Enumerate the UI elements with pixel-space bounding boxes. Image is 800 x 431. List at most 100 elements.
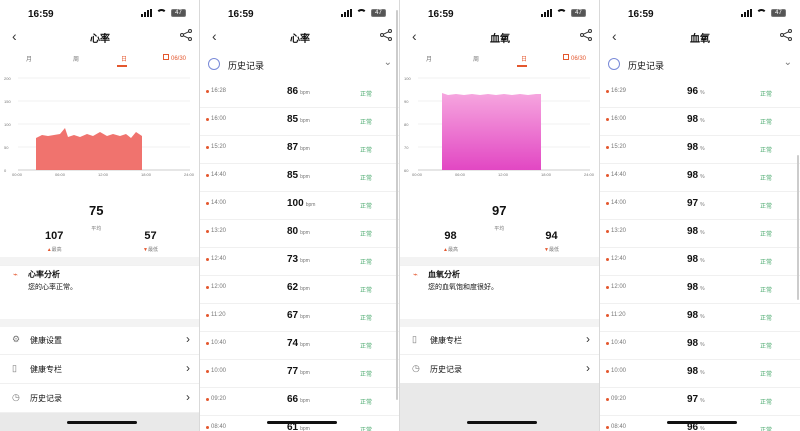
- book-icon: ▯: [12, 363, 17, 373]
- home-indicator: [267, 421, 337, 424]
- dot-icon: [206, 230, 209, 233]
- spo2-max-value: 98: [444, 230, 457, 242]
- date-button[interactable]: 06/30: [562, 54, 586, 62]
- chevron-down-icon[interactable]: ⌄: [784, 57, 792, 68]
- home-indicator: [467, 421, 537, 424]
- share-icon[interactable]: [180, 29, 192, 41]
- row-unit: bpm: [300, 286, 310, 292]
- history-row[interactable]: 15:20 98% 正常: [600, 136, 800, 164]
- health-settings-item[interactable]: ⚙ 健康设置 ›: [0, 325, 199, 355]
- history-row[interactable]: 10:00 77 bpm 正常: [200, 360, 399, 388]
- history-row[interactable]: 09:20 97% 正常: [600, 388, 800, 416]
- tab-month[interactable]: 月: [426, 54, 432, 63]
- history-row[interactable]: 14:40 98% 正常: [600, 164, 800, 192]
- clock-icon: [208, 58, 220, 70]
- chevron-right-icon: ›: [186, 361, 190, 375]
- tab-day[interactable]: 日: [521, 54, 527, 63]
- x-tick-label: 24:00: [184, 172, 195, 177]
- blood-oxygen-phone: 16:59 47 ‹ 血氧 月周日 06/30 100 90 80 70 60 00:00 06:…: [400, 0, 600, 431]
- history-row[interactable]: 16:00 98% 正常: [600, 108, 800, 136]
- history-row[interactable]: 14:00 97% 正常: [600, 192, 800, 220]
- history-row[interactable]: 12:40 98% 正常: [600, 248, 800, 276]
- history-header[interactable]: 历史记录 ⌄: [200, 53, 399, 77]
- history-row[interactable]: 11:20 67 bpm 正常: [200, 304, 399, 332]
- chevron-down-icon[interactable]: ⌄: [384, 57, 392, 68]
- status-time: 16:59: [628, 9, 654, 20]
- scrollbar[interactable]: [797, 155, 799, 300]
- row-time: 11:20: [211, 312, 226, 318]
- hr-average: 75 平均: [89, 203, 103, 233]
- tab-day[interactable]: 日: [121, 54, 127, 63]
- dot-icon: [206, 286, 209, 289]
- x-tick-label: 12:00: [498, 172, 509, 177]
- history-row[interactable]: 09:20 66 bpm 正常: [200, 388, 399, 416]
- row-status: 正常: [359, 288, 372, 294]
- row-value: 80 bpm: [287, 226, 310, 237]
- calendar-icon: [162, 54, 169, 60]
- history-row[interactable]: 10:00 98% 正常: [600, 360, 800, 388]
- y-tick-label: 100: [4, 122, 11, 127]
- row-time: 14:00: [211, 200, 227, 206]
- history-row[interactable]: 12:00 98% 正常: [600, 276, 800, 304]
- row-time: 16:00: [611, 116, 627, 122]
- history-row[interactable]: 10:40 98% 正常: [600, 332, 800, 360]
- history-row[interactable]: 12:40 73 bpm 正常: [200, 248, 399, 276]
- home-indicator: [67, 421, 137, 424]
- row-status: 正常: [759, 148, 772, 154]
- heart-rate-history-phone: 16:59 47 ‹ 心率 历史记录 ⌄ 16:28 86 bpm 正常 16:00 85 bp…: [200, 0, 400, 431]
- health-column-item[interactable]: ▯ 健康专栏 ›: [0, 354, 199, 384]
- y-tick-label: 80: [404, 122, 409, 127]
- history-header[interactable]: 历史记录 ⌄: [600, 53, 800, 77]
- history-row[interactable]: 13:20 98% 正常: [600, 220, 800, 248]
- history-row[interactable]: 15:20 87 bpm 正常: [200, 136, 399, 164]
- row-status: 正常: [359, 260, 372, 266]
- dot-icon: [206, 258, 209, 261]
- tab-week[interactable]: 周: [73, 54, 79, 63]
- row-status: 正常: [759, 344, 772, 350]
- history-row[interactable]: 12:00 62 bpm 正常: [200, 276, 399, 304]
- row-time: 14:40: [211, 172, 227, 178]
- dot-icon: [206, 342, 209, 345]
- row-value: 98%: [687, 338, 705, 349]
- x-tick-label: 00:00: [412, 172, 423, 177]
- share-icon[interactable]: [780, 29, 792, 41]
- x-tick-label: 18:00: [541, 172, 552, 177]
- row-status: 正常: [759, 176, 772, 182]
- tab-month[interactable]: 月: [26, 54, 32, 63]
- row-unit: bpm: [300, 370, 310, 376]
- row-value: 100 bpm: [287, 198, 316, 209]
- health-settings-label: 健康设置: [30, 336, 62, 345]
- health-column-item[interactable]: ▯ 健康专栏 ›: [400, 325, 599, 355]
- history-row[interactable]: 10:40 74 bpm 正常: [200, 332, 399, 360]
- date-label: 06/30: [570, 56, 586, 62]
- history-row[interactable]: 16:28 86 bpm 正常: [200, 80, 399, 108]
- clock-icon: ◷: [412, 363, 420, 373]
- heart-rate-chart: 200 150 100 50 0 00:00 06:00 12:00 18:00 24:00: [4, 76, 195, 177]
- history-row[interactable]: 14:00 100 bpm 正常: [200, 192, 399, 220]
- row-time: 09:20: [611, 396, 627, 402]
- history-item[interactable]: ◷ 历史记录 ›: [400, 354, 599, 384]
- trend-icon: ⌁: [413, 270, 418, 279]
- tab-week[interactable]: 周: [473, 54, 479, 63]
- hr-analysis-text: 您的心率正常。: [28, 284, 77, 291]
- row-status: 正常: [759, 428, 772, 431]
- share-icon[interactable]: [380, 29, 392, 41]
- history-row[interactable]: 13:20 80 bpm 正常: [200, 220, 399, 248]
- row-unit: bpm: [300, 146, 310, 152]
- row-status: 正常: [759, 316, 772, 322]
- row-time: 15:20: [611, 144, 627, 150]
- row-time: 14:00: [611, 200, 627, 206]
- date-button[interactable]: 06/30: [162, 54, 186, 62]
- scrollbar[interactable]: [396, 10, 398, 400]
- y-tick-label: 70: [404, 145, 409, 150]
- x-tick-label: 00:00: [12, 172, 23, 177]
- history-row[interactable]: 11:20 98% 正常: [600, 304, 800, 332]
- history-row[interactable]: 14:40 85 bpm 正常: [200, 164, 399, 192]
- spo2-average-value: 97: [492, 203, 507, 218]
- row-value: 98%: [687, 310, 705, 321]
- history-row[interactable]: 16:00 85 bpm 正常: [200, 108, 399, 136]
- share-icon[interactable]: [580, 29, 592, 41]
- history-row[interactable]: 16:29 96% 正常: [600, 80, 800, 108]
- history-item[interactable]: ◷ 历史记录 ›: [0, 383, 199, 413]
- x-tick-label: 18:00: [141, 172, 152, 177]
